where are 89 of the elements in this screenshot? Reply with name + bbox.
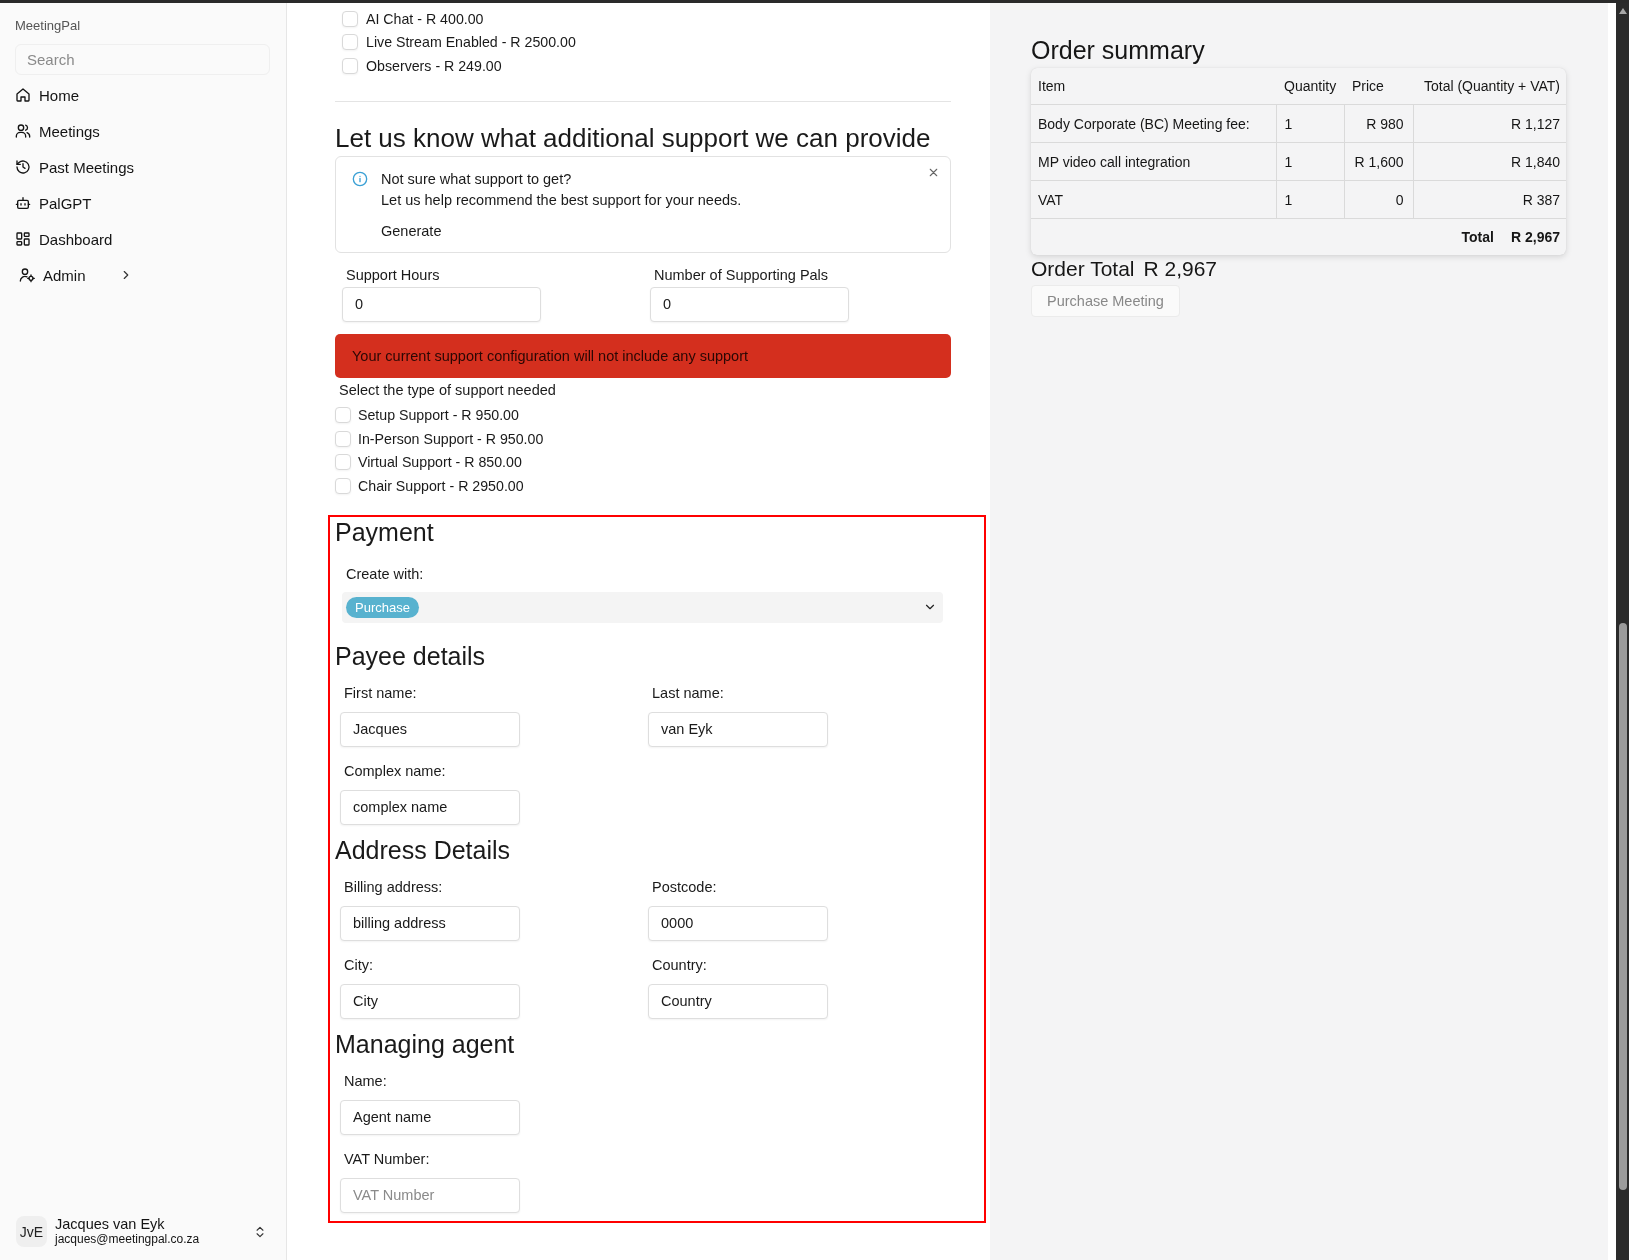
nav-item[interactable]: Home: [15, 77, 270, 113]
table-header-cell: Quantity: [1276, 68, 1344, 105]
text-field[interactable]: VAT Number: [340, 1177, 520, 1213]
text-field[interactable]: City: [340, 983, 520, 1019]
text-field[interactable]: van Eyk: [648, 711, 828, 747]
number-field[interactable]: 0: [650, 286, 849, 322]
section-title: Let us know what additional support we can provide: [335, 121, 932, 154]
scrollbar-thumb[interactable]: [1618, 623, 1627, 1190]
section-title: Payee details: [335, 640, 487, 671]
field-label: Complex name:: [343, 761, 447, 781]
checkbox[interactable]: [335, 430, 351, 447]
checkbox-label: AI Chat - R 400.00: [366, 9, 484, 29]
table-cell: 1: [1276, 142, 1344, 181]
checkbox-label: Chair Support - R 2950.00: [358, 476, 524, 496]
section-title: Address Details: [335, 834, 512, 865]
total-value: R 2,967: [1510, 229, 1560, 245]
field-label: City:: [343, 955, 374, 975]
history-icon: [15, 159, 31, 175]
field-label: Create with:: [345, 564, 425, 584]
table-cell: 1: [1276, 104, 1344, 143]
order-total-label: Order Total: [1031, 256, 1135, 282]
text-field[interactable]: Country: [648, 983, 828, 1019]
table-cell: 0: [1344, 180, 1413, 219]
generate-link[interactable]: Generate: [381, 220, 442, 241]
field-label: Number of Supporting Pals: [653, 265, 830, 285]
field-label: Billing address:: [343, 877, 444, 897]
text-field[interactable]: billing address: [340, 905, 520, 941]
text-field[interactable]: Jacques: [340, 711, 520, 747]
number-field[interactable]: 0: [342, 286, 541, 322]
checkbox[interactable]: [335, 407, 351, 424]
text-field[interactable]: Agent name: [340, 1099, 520, 1135]
checkbox[interactable]: [342, 34, 358, 51]
text-field[interactable]: complex name: [340, 789, 520, 825]
field-label: Country:: [651, 955, 708, 975]
checkbox[interactable]: [342, 10, 358, 27]
field-label: Support Hours: [345, 265, 441, 285]
user-email: jacques@meetingpal.co.za: [55, 1232, 200, 1247]
nav-item[interactable]: Admin: [15, 257, 270, 293]
grid-icon: [15, 231, 31, 247]
table-cell: R 387: [1413, 180, 1566, 219]
order-total-value: R 2,967: [1143, 256, 1218, 282]
table-cell: R 1,840: [1413, 142, 1566, 181]
field-label: First name:: [343, 683, 418, 703]
app-name: MeetingPal: [15, 17, 81, 35]
section-title: Order summary: [1031, 35, 1206, 65]
nav-item[interactable]: Dashboard: [15, 221, 270, 257]
users-icon: [15, 123, 31, 139]
error-alert: Your current support configuration will not include any support: [335, 333, 951, 378]
checkbox[interactable]: [335, 454, 351, 471]
user-name: Jacques van Eyk: [55, 1216, 166, 1232]
table-cell: R 1,600: [1344, 142, 1413, 181]
checkbox-label: Virtual Support - R 850.00: [358, 453, 522, 473]
user-gear-icon: [19, 267, 35, 283]
checkbox[interactable]: [335, 477, 351, 494]
scrollbar[interactable]: [1616, 3, 1629, 1260]
section-title: Managing agent: [335, 1028, 516, 1059]
notice-text: Let us help recommend the best support for your needs.: [381, 190, 743, 210]
nav-item[interactable]: Meetings: [15, 113, 270, 149]
field-label: Name:: [343, 1071, 388, 1091]
table-cell: VAT: [1031, 180, 1276, 219]
nav-item[interactable]: PalGPT: [15, 185, 270, 221]
total-label: Total: [1461, 229, 1494, 245]
field-label: VAT Number:: [343, 1149, 431, 1169]
instruction-text: Select the type of support needed: [338, 380, 557, 400]
scroll-up-icon[interactable]: [1618, 8, 1627, 14]
table-header-cell: Item: [1031, 68, 1276, 105]
search-field[interactable]: Search: [15, 44, 270, 75]
table-cell: R 980: [1344, 104, 1413, 143]
checkbox-label: In-Person Support - R 950.00: [358, 429, 544, 449]
checkbox-label: Observers - R 249.00: [366, 56, 502, 76]
table-header-cell: Total (Quantity + VAT): [1413, 68, 1566, 105]
checkbox-label: Live Stream Enabled - R 2500.00: [366, 33, 576, 53]
notice-title: Not sure what support to get?: [381, 169, 573, 189]
field-label: Last name:: [651, 683, 725, 703]
table-cell: MP video call integration: [1031, 142, 1276, 181]
robot-icon: [15, 195, 31, 211]
home-icon: [15, 87, 31, 103]
text-field[interactable]: 0000: [648, 905, 828, 941]
info-icon: [352, 170, 368, 187]
nav-item[interactable]: Past Meetings: [15, 149, 270, 185]
table-cell: Body Corporate (BC) Meeting fee:: [1031, 104, 1276, 143]
table-cell: R 1,127: [1413, 104, 1566, 143]
avatar: JvE: [16, 1216, 47, 1247]
checkbox[interactable]: [342, 57, 358, 74]
section-title: Payment: [335, 516, 435, 547]
table-cell: 1: [1276, 180, 1344, 219]
checkbox-label: Setup Support - R 950.00: [358, 406, 519, 426]
field-label: Postcode:: [651, 877, 718, 897]
table-header-cell: Price: [1344, 68, 1413, 105]
